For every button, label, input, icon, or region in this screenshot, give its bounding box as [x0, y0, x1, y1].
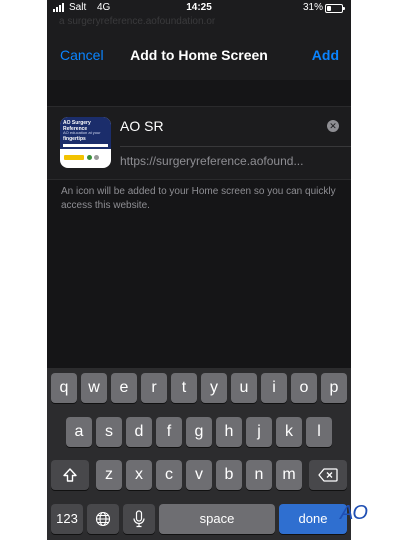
key-f[interactable]: f — [156, 417, 182, 447]
key-k[interactable]: k — [276, 417, 302, 447]
hint-text: An icon will be added to your Home scree… — [61, 186, 336, 211]
home-screen-entry-card: AO Surgery Reference AO education at you… — [47, 106, 351, 180]
key-s[interactable]: s — [96, 417, 122, 447]
key-j[interactable]: j — [246, 417, 272, 447]
ao-watermark: AO — [340, 502, 368, 524]
website-icon-preview: AO Surgery Reference AO education at you… — [60, 117, 111, 168]
sheet-header: Cancel Add to Home Screen Add — [47, 30, 351, 80]
numbers-key[interactable]: 123 — [51, 504, 83, 534]
key-v[interactable]: v — [186, 460, 212, 490]
shift-key[interactable] — [51, 460, 89, 490]
keyboard: q w e r t y u i o p a s d f g h j k l z … — [47, 368, 351, 540]
key-a[interactable]: a — [66, 417, 92, 447]
key-b[interactable]: b — [216, 460, 242, 490]
backspace-icon — [318, 468, 338, 482]
backspace-key[interactable] — [309, 460, 347, 490]
key-r[interactable]: r — [141, 373, 167, 403]
shortcut-name-input[interactable]: AO SR — [120, 115, 315, 137]
status-bar: Salt 4G 14:25 31% — [47, 0, 351, 16]
key-i[interactable]: i — [261, 373, 287, 403]
key-t[interactable]: t — [171, 373, 197, 403]
shift-icon — [63, 468, 77, 482]
done-key[interactable]: done — [279, 504, 347, 534]
key-u[interactable]: u — [231, 373, 257, 403]
thumbnail-text-line2: fingertips — [63, 136, 86, 142]
thumbnail-text-line1: AO education at your — [63, 130, 101, 135]
key-q[interactable]: q — [51, 373, 77, 403]
add-button[interactable]: Add — [312, 47, 339, 63]
field-divider — [120, 146, 351, 147]
key-z[interactable]: z — [96, 460, 122, 490]
key-h[interactable]: h — [216, 417, 242, 447]
key-e[interactable]: e — [111, 373, 137, 403]
key-x[interactable]: x — [126, 460, 152, 490]
globe-key[interactable] — [87, 504, 119, 534]
phone-screen: Salt 4G 14:25 31% a surgeryreference.aof… — [47, 0, 351, 540]
battery-percent: 31% — [302, 2, 323, 13]
key-o[interactable]: o — [291, 373, 317, 403]
key-d[interactable]: d — [126, 417, 152, 447]
key-l[interactable]: l — [306, 417, 332, 447]
key-g[interactable]: g — [186, 417, 212, 447]
space-key[interactable]: space — [159, 504, 275, 534]
dictation-key[interactable] — [123, 504, 155, 534]
microphone-icon — [133, 510, 145, 527]
sheet-title: Add to Home Screen — [130, 47, 268, 63]
website-url: https://surgeryreference.aofound... — [120, 154, 304, 168]
key-n[interactable]: n — [246, 460, 272, 490]
key-m[interactable]: m — [276, 460, 302, 490]
clear-text-icon[interactable]: ✕ — [327, 120, 339, 132]
globe-icon — [95, 511, 111, 526]
key-c[interactable]: c — [156, 460, 182, 490]
key-p[interactable]: p — [321, 373, 347, 403]
key-w[interactable]: w — [81, 373, 107, 403]
key-y[interactable]: y — [201, 373, 227, 403]
battery-icon — [325, 4, 345, 13]
background-url-bar: a surgeryreference.aofoundation.or — [59, 16, 216, 27]
